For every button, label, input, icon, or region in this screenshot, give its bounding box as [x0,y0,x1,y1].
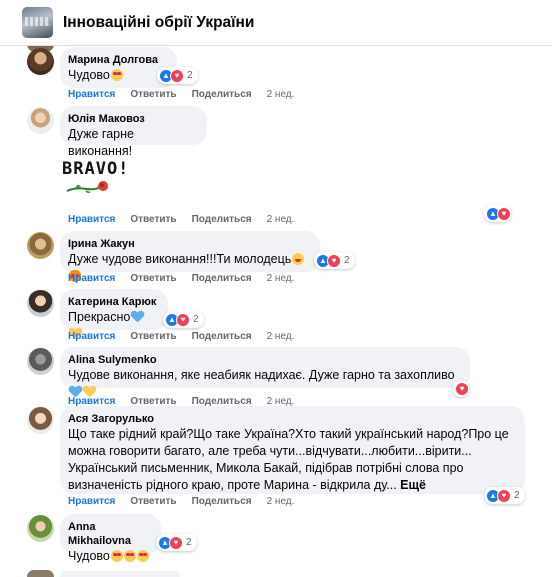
comment-time[interactable]: 2 нед. [267,214,295,225]
avatar[interactable] [27,515,54,542]
avatar[interactable] [27,290,54,317]
comment-bubble: Ася Загорулько Що таке рідний край?Що та… [60,406,525,494]
comment-text-line: визначеність рідного краю, проте Марина … [68,478,427,492]
heart-eyes-emoji-icon [123,550,136,562]
comment-bubble: Ірина Жакун Дуже чудове виконання!!!Ти м… [60,231,320,282]
reply-button[interactable]: Ответить [130,496,176,507]
reaction-summary[interactable]: ▲ ♥ 2 [314,252,355,269]
comment-author[interactable]: Катерина Карюк [68,295,158,309]
comment-time[interactable]: 2 нед. [267,331,295,342]
comment-actions: Нравится Ответить Поделиться 2 нед. [68,273,309,284]
comment-time[interactable]: 2 нед. [267,273,295,284]
comment-text: Дуже гарне виконання! [68,127,134,158]
reaction-summary[interactable]: ▲ ♥ [484,205,511,222]
reaction-summary[interactable]: ▲ ♥ 2 [157,67,198,84]
comment-author[interactable]: Alina Sulymenko [68,353,460,367]
comment-bubble: Юлія Маковоз Дуже гарне виконання! [60,106,207,158]
reaction-count: 2 [187,70,193,81]
avatar[interactable] [27,348,54,375]
see-more-link[interactable]: Ещё [400,478,426,492]
love-reaction-icon: ♥ [455,381,469,396]
love-reaction-icon: ♥ [497,488,511,503]
comment-text-line: Що таке рідний край?Що таке Україна?Хто … [68,427,509,441]
reaction-summary[interactable]: ▲ ♥ 2 [163,311,204,328]
share-button[interactable]: Поделиться [192,496,252,507]
comment-author[interactable]: Ася Загорулько [68,412,515,426]
group-header: Інноваційні обрії України [0,0,552,46]
blue-heart-emoji-icon [131,311,144,323]
reply-button[interactable]: Ответить [130,273,176,284]
love-reaction-icon: ♥ [497,206,511,221]
comment-author[interactable]: Anna Mikhailovna [68,520,151,548]
heart-eyes-emoji-icon [136,550,149,562]
reply-button[interactable]: Ответить [130,89,176,100]
love-reaction-icon: ♥ [327,253,341,268]
reply-button[interactable]: Ответить [130,214,176,225]
reaction-summary[interactable]: ♥ [453,380,469,397]
share-button[interactable]: Поделиться [192,273,252,284]
share-button[interactable]: Поделиться [192,89,252,100]
rose-icon [66,181,108,194]
laughing-emoji-icon [292,253,305,265]
love-reaction-icon: ♥ [176,312,190,327]
love-reaction-icon: ♥ [169,535,183,550]
bravo-sticker: BRAVO! [62,159,132,205]
comment-actions: Нравится Ответить Поделиться 2 нед. [68,214,309,225]
group-thumbnail[interactable] [22,7,53,38]
comment-author[interactable]: Марина Долгова [68,53,167,67]
avatar[interactable] [27,107,54,134]
reaction-count: 2 [186,537,192,548]
share-button[interactable]: Поделиться [192,214,252,225]
avatar[interactable] [27,570,54,577]
avatar[interactable] [27,232,54,259]
love-reaction-icon: ♥ [170,68,184,83]
comment-time[interactable]: 2 нед. [267,89,295,100]
comment-actions: Нравится Ответить Поделиться 2 нед. [68,496,309,507]
comment-bubble: Anna Mikhailovna Чудово [60,514,161,563]
reply-button[interactable]: Ответить [130,331,176,342]
comment-actions: Нравится Ответить Поделиться 2 нед. [68,89,309,100]
comment-bubble: Alina Sulymenko Чудове виконання, яке не… [60,347,470,388]
comment-actions: Нравится Ответить Поделиться 2 нед. [68,331,309,342]
comment-author[interactable]: Ірина Жакун [68,237,310,251]
comment-author[interactable]: Юлія Маковоз [68,112,197,126]
sticker-text: BRAVO! [62,159,130,179]
reaction-count: 2 [193,314,199,325]
like-button[interactable]: Нравится [68,496,115,507]
heart-eyes-emoji-icon [110,69,123,81]
reaction-count: 2 [344,255,350,266]
avatar[interactable] [27,48,54,75]
comment-text-line: можна говорити багато, але треба чути...… [68,444,472,458]
comment-time[interactable]: 2 нед. [267,496,295,507]
comment-text-line: Український письменник, Микола Бакай, пі… [68,461,464,475]
like-button[interactable]: Нравится [68,89,115,100]
like-button[interactable]: Нравится [68,331,115,342]
heart-eyes-emoji-icon [110,550,123,562]
avatar[interactable] [27,407,54,434]
comment-text: Чудово [68,67,167,84]
group-title[interactable]: Інноваційні обрії України [63,14,254,32]
share-button[interactable]: Поделиться [192,331,252,342]
like-button[interactable]: Нравится [68,214,115,225]
comment-bubble [60,571,180,577]
reaction-count: 2 [514,490,520,501]
reaction-summary[interactable]: ▲ ♥ 2 [484,487,525,504]
reaction-summary[interactable]: ▲ ♥ 2 [156,534,197,551]
comment-text: Чудово [68,548,151,565]
like-button[interactable]: Нравится [68,273,115,284]
comment-bubble: Катерина Карюк Прекрасно [60,289,168,330]
